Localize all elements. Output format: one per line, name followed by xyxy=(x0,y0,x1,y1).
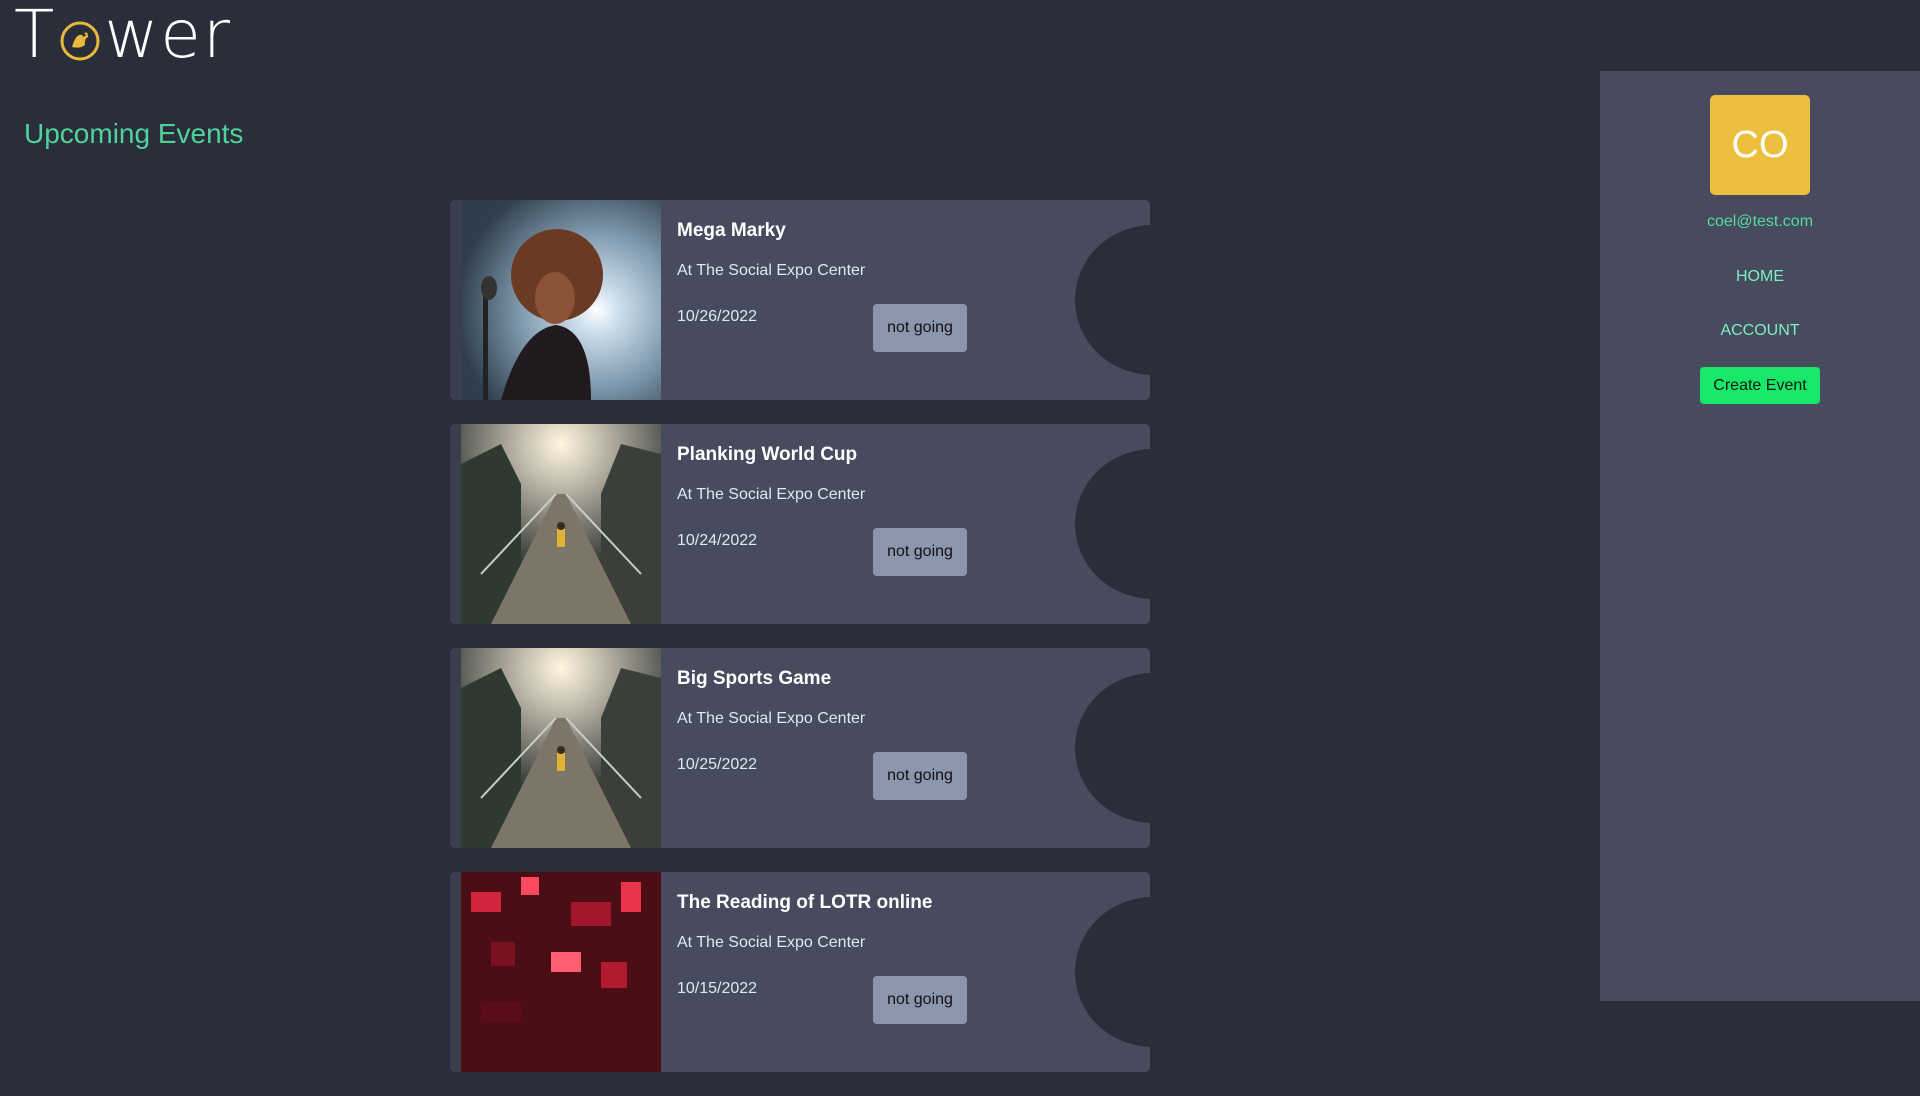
rsvp-button[interactable]: not going xyxy=(873,752,967,800)
singer-photo xyxy=(461,200,661,400)
red-circuit-photo xyxy=(461,872,661,1072)
event-name: Big Sports Game xyxy=(677,668,832,689)
event-name: The Reading of LOTR online xyxy=(677,892,933,913)
event-list: Mega Marky At The Social Expo Center 10/… xyxy=(450,200,1150,1096)
rsvp-button[interactable]: not going xyxy=(873,976,967,1024)
event-card[interactable]: Big Sports Game At The Social Expo Cente… xyxy=(450,648,1150,848)
rsvp-button[interactable]: not going xyxy=(873,304,967,352)
logo-suffix: wer xyxy=(104,0,233,73)
event-name: Planking World Cup xyxy=(677,444,858,465)
logo-prefix: T xyxy=(14,0,57,73)
event-name: Mega Marky xyxy=(677,220,786,241)
card-edge xyxy=(450,424,461,624)
sidebar: CO coel@test.com HOME ACCOUNT Create Eve… xyxy=(1600,71,1920,1001)
event-card[interactable]: The Reading of LOTR online At The Social… xyxy=(450,872,1150,1072)
card-edge xyxy=(450,872,461,1072)
nav-home-link[interactable]: HOME xyxy=(1600,268,1920,286)
event-card[interactable]: Planking World Cup At The Social Expo Ce… xyxy=(450,424,1150,624)
suspension-bridge-photo xyxy=(461,424,661,624)
bird-seal-icon xyxy=(60,21,100,61)
create-event-button[interactable]: Create Event xyxy=(1700,367,1820,404)
avatar[interactable]: CO xyxy=(1710,95,1810,195)
card-edge xyxy=(450,200,461,400)
event-card[interactable]: Mega Marky At The Social Expo Center 10/… xyxy=(450,200,1150,400)
user-email: coel@test.com xyxy=(1706,213,1814,230)
page-title: Upcoming Events xyxy=(24,118,244,149)
nav-account-link[interactable]: ACCOUNT xyxy=(1600,322,1920,340)
rsvp-button[interactable]: not going xyxy=(873,528,967,576)
tower-logo[interactable]: T wer xyxy=(14,2,232,68)
card-edge xyxy=(450,648,461,848)
suspension-bridge-photo xyxy=(461,648,661,848)
